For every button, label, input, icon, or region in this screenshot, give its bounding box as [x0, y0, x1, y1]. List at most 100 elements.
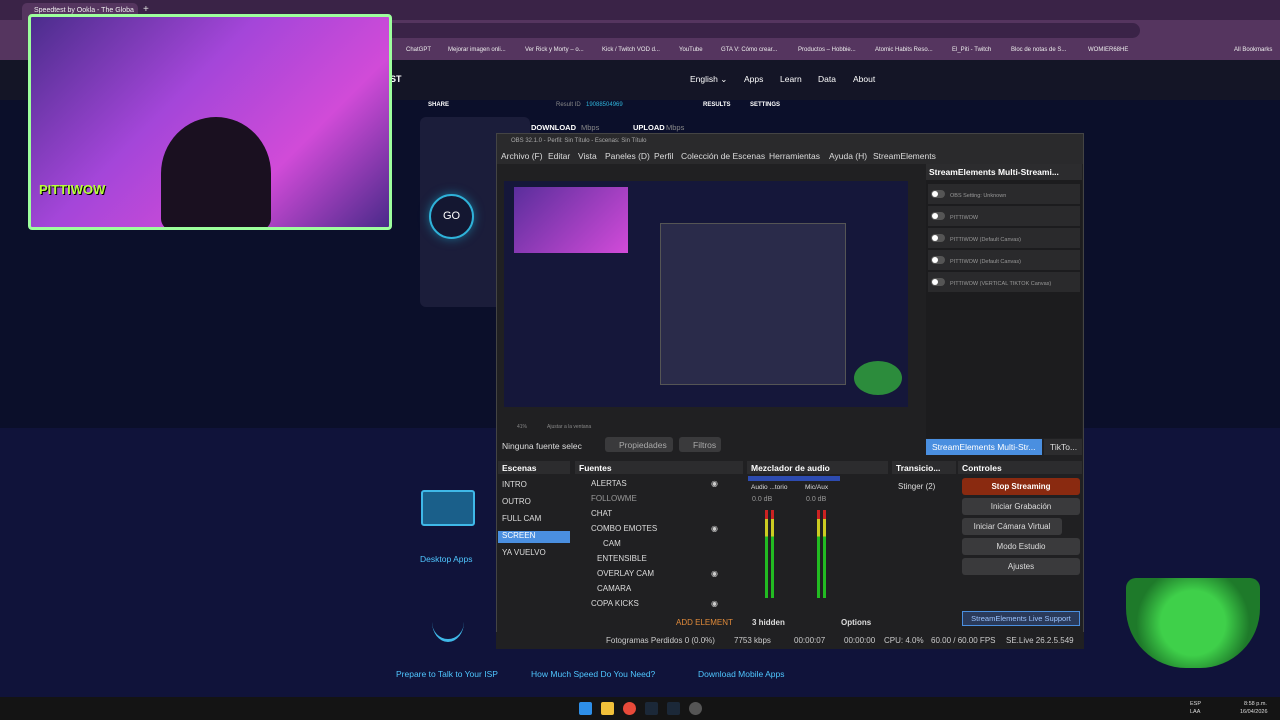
se-row-label: PITTIWOW [950, 215, 979, 221]
start-icon[interactable] [579, 702, 592, 715]
studio-mode-button[interactable]: Modo Estudio [962, 538, 1080, 555]
bookmark[interactable]: GTA V: Cómo crear... [721, 47, 777, 53]
visibility-eye-icon[interactable]: ◉ [711, 524, 718, 533]
source-item[interactable]: OVERLAY CAM [597, 569, 654, 578]
bookmark[interactable]: Bloc de notas de S... [1011, 47, 1066, 53]
se-row-label: PITTIWOW (Default Canvas) [950, 259, 1021, 265]
keyboard-language[interactable]: ESP [1190, 701, 1201, 707]
footer-link-mobile[interactable]: Download Mobile Apps [698, 669, 784, 679]
mixer-db: 0.0 dB [806, 496, 827, 503]
keyboard-language-2[interactable]: LAA [1190, 709, 1200, 715]
stop-streaming-button[interactable]: Stop Streaming [962, 478, 1080, 495]
visibility-eye-icon[interactable]: ◉ [711, 479, 718, 488]
source-item[interactable]: ALERTAS [591, 479, 627, 488]
bookmark[interactable]: Mejorar imagen onli... [448, 47, 506, 53]
result-id[interactable]: 19088504969 [586, 102, 623, 108]
explorer-icon[interactable] [601, 702, 614, 715]
bookmark[interactable]: Kick / Twitch VOD d... [602, 47, 660, 53]
nav-about[interactable]: About [853, 74, 875, 84]
menu-ayuda[interactable]: Ayuda (H) [829, 151, 867, 161]
se-row-label: OBS Setting: Unknown [950, 193, 1007, 199]
go-button[interactable]: GO [429, 194, 474, 239]
hidden-count[interactable]: 3 hidden [752, 618, 785, 627]
menu-vista[interactable]: Vista [578, 151, 597, 161]
scene-item[interactable]: YA VUELVO [502, 548, 546, 557]
audio-meter [817, 510, 820, 598]
chrome-icon[interactable] [623, 702, 636, 715]
scene-item[interactable]: OUTRO [502, 497, 531, 506]
preview-cup [854, 361, 902, 395]
audio-meter [771, 510, 774, 598]
nav-apps[interactable]: Apps [744, 74, 763, 84]
audio-meter [823, 510, 826, 598]
bookmark[interactable]: ChatGPT [406, 47, 431, 53]
se-tab-active[interactable]: StreamElements Multi-Str... [926, 439, 1042, 455]
all-bookmarks[interactable]: All Bookmarks [1234, 47, 1272, 53]
nav-data[interactable]: Data [818, 74, 836, 84]
visibility-eye-icon[interactable]: ◉ [711, 569, 718, 578]
menu-archivo[interactable]: Archivo (F) [501, 151, 543, 161]
visibility-eye-icon[interactable]: ◉ [711, 599, 718, 608]
bookmark[interactable]: WOMIER68HE [1088, 47, 1128, 53]
virtual-camera-button[interactable]: Iniciar Cámara Virtual [962, 518, 1062, 535]
menu-streamelements[interactable]: StreamElements [873, 151, 936, 161]
clock-date[interactable]: 16/04/2026 [1240, 709, 1268, 715]
zoom-level[interactable]: 41% [517, 424, 527, 430]
obs-preview[interactable] [504, 181, 908, 407]
desktop-apps-link[interactable]: Desktop Apps [420, 554, 472, 564]
scene-item[interactable]: INTRO [502, 480, 527, 489]
source-item[interactable]: COPA KICKS [591, 599, 639, 608]
nav-learn[interactable]: Learn [780, 74, 802, 84]
menu-escenas[interactable]: Colección de Escenas [681, 151, 765, 161]
obs-icon[interactable] [689, 702, 702, 715]
se-row[interactable]: PITTIWOW (Default Canvas) [928, 228, 1080, 248]
source-item[interactable]: CAMARA [597, 584, 631, 593]
add-element-button[interactable]: ADD ELEMENT [676, 618, 733, 627]
menu-perfil[interactable]: Perfil [654, 151, 673, 161]
filters-button[interactable]: Filtros [679, 437, 721, 452]
share-label: SHARE [428, 102, 450, 108]
mixer-header-strip [748, 476, 840, 481]
menu-paneles[interactable]: Paneles (D) [605, 151, 650, 161]
source-item[interactable]: FOLLOWME [591, 494, 637, 503]
webcam-overlay: PITTIWOW [28, 14, 392, 230]
start-recording-button[interactable]: Iniciar Grabación [962, 498, 1080, 515]
scene-item[interactable]: FULL CAM [502, 514, 541, 523]
bookmark[interactable]: Atomic Habits Reso... [875, 47, 933, 53]
bookmark[interactable]: Ver Rick y Morty – o... [525, 47, 584, 53]
steam-icon-2[interactable] [667, 702, 680, 715]
obs-statusbar: Fotogramas Perdidos 0 (0.0%) 7753 kbps 0… [496, 632, 1084, 649]
footer-link-speed[interactable]: How Much Speed Do You Need? [531, 669, 655, 679]
upload-unit: Mbps [666, 123, 685, 132]
bookmark[interactable]: Productos – Hobbie... [798, 47, 856, 53]
live-support-button[interactable]: StreamElements Live Support [962, 611, 1080, 626]
nav-language[interactable]: English ⌄ [690, 74, 727, 85]
results-link[interactable]: RESULTS [703, 102, 731, 108]
se-row[interactable]: PITTIWOW (VERTICAL TIKTOK Canvas) [928, 272, 1080, 292]
mixer-channel-label: Audio ...torio [751, 484, 788, 491]
settings-link[interactable]: SETTINGS [750, 102, 780, 108]
se-row[interactable]: PITTIWOW [928, 206, 1080, 226]
result-id-label: Result ID [556, 102, 581, 108]
preview-nested-screen [660, 223, 846, 385]
source-item[interactable]: CHAT [591, 509, 612, 518]
steam-icon[interactable] [645, 702, 658, 715]
mixer-options[interactable]: Options [841, 618, 871, 627]
menu-herramientas[interactable]: Herramientas [769, 151, 820, 161]
se-row[interactable]: PITTIWOW (Default Canvas) [928, 250, 1080, 270]
zoom-mode[interactable]: Ajustar a la ventana [547, 424, 591, 430]
source-group-cam[interactable]: CAM [603, 539, 621, 548]
transition-select[interactable]: Stinger (2) [898, 482, 935, 491]
bookmark[interactable]: El_Piti - Twitch [952, 47, 991, 53]
properties-button[interactable]: Propiedades [605, 437, 673, 452]
scene-item-active[interactable]: SCREEN [502, 531, 535, 540]
se-tab-tiktok[interactable]: TikTo... [1044, 439, 1082, 455]
clock-time[interactable]: 8:58 p.m. [1244, 701, 1267, 707]
settings-button[interactable]: Ajustes [962, 558, 1080, 575]
source-item[interactable]: COMBO EMOTES [591, 524, 657, 533]
footer-link-isp[interactable]: Prepare to Talk to Your ISP [396, 669, 498, 679]
bookmark[interactable]: YouTube [679, 47, 703, 53]
source-item[interactable]: ENTENSIBLE [597, 554, 647, 563]
menu-editar[interactable]: Editar [548, 151, 570, 161]
se-row-label: PITTIWOW (VERTICAL TIKTOK Canvas) [950, 281, 1052, 287]
